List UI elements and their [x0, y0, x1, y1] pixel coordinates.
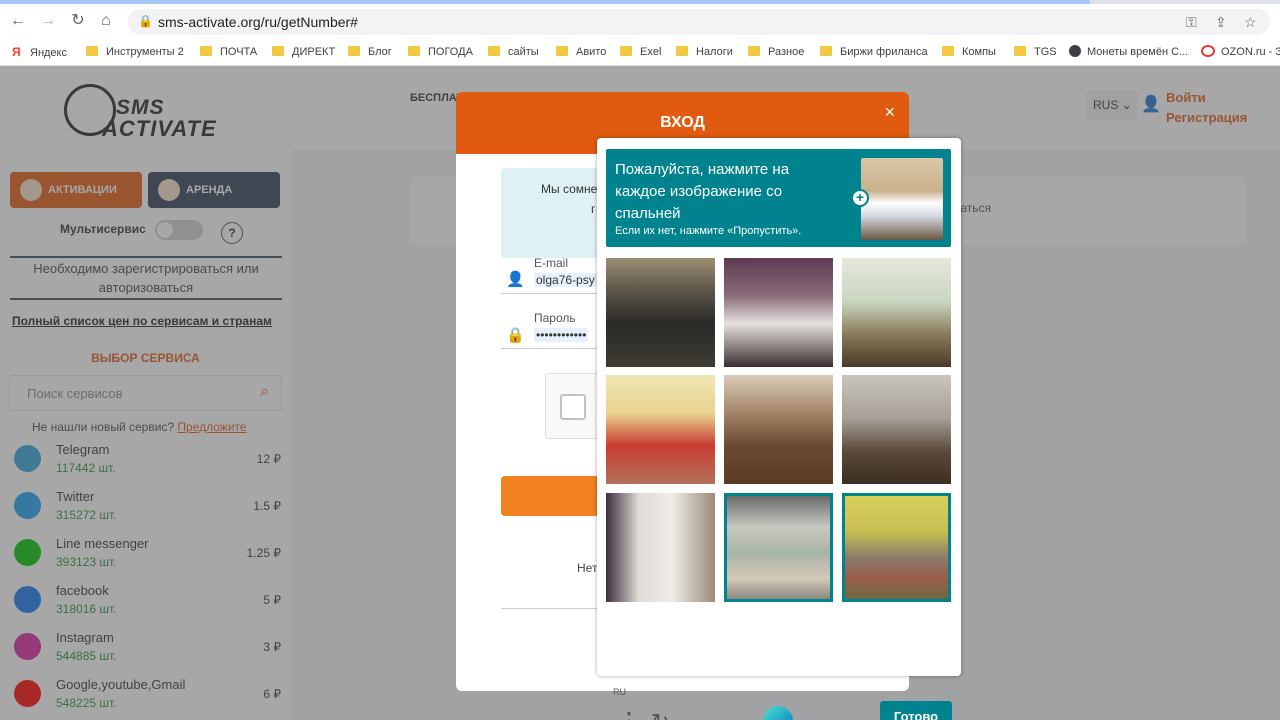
captcha-tile-4[interactable] — [606, 375, 715, 484]
bookmark-label: ПОЧТА — [220, 46, 258, 58]
no-account-text: Нет — [577, 561, 598, 575]
bookmark-label: Налоги — [696, 46, 733, 58]
folder-icon — [748, 46, 760, 56]
forward-icon[interactable]: → — [39, 12, 57, 30]
user-icon: 👤 — [506, 271, 525, 288]
bookmark-label: Авито — [576, 46, 607, 58]
modal-info-box: Мы сомне г — [501, 168, 611, 258]
field-underline — [501, 348, 611, 349]
captcha-tile-6[interactable] — [842, 375, 951, 484]
address-bar[interactable]: 🔒 sms-activate.org/ru/getNumber# ⚿ ⇪ ☆ — [128, 9, 1270, 35]
folder-icon — [1014, 46, 1026, 56]
bookmark-folder[interactable]: TGS — [1014, 43, 1057, 61]
lock-icon: 🔒 — [506, 327, 525, 344]
bookmark-folder[interactable]: Биржи фриланса — [820, 43, 928, 61]
yandex-icon: Я — [12, 45, 21, 59]
bookmark-folder[interactable]: Компы — [942, 43, 996, 61]
field-underline — [501, 293, 611, 294]
folder-icon — [488, 46, 500, 56]
challenge-prompt: Пожалуйста, нажмите на каждое изображени… — [606, 149, 951, 247]
bookmark-label: сайты — [508, 46, 539, 58]
bookmark-folder[interactable]: ДИРЕКТ — [272, 43, 335, 61]
hcaptcha-challenge: Пожалуйста, нажмите на каждое изображени… — [597, 138, 961, 720]
captcha-language[interactable]: RU — [613, 687, 626, 697]
plus-icon[interactable]: + — [851, 189, 869, 207]
email-label: E-mail — [534, 256, 569, 270]
bookmark-folder[interactable]: Разное — [748, 43, 804, 61]
bookmark-folder[interactable]: Налоги — [676, 43, 733, 61]
bookmark-label: Монеты времён С... — [1087, 46, 1189, 58]
browser-toolbar: ← → ↻ ⌂ 🔒 sms-activate.org/ru/getNumber#… — [0, 4, 1280, 38]
home-icon[interactable]: ⌂ — [97, 12, 115, 30]
ozon-icon — [1201, 45, 1215, 57]
page: SMS ACTIVATE АКТИВАЦИИ АРЕНДА Мультисерв… — [0, 66, 1280, 720]
bookmark-label: ПОГОДА — [428, 46, 473, 58]
folder-icon — [200, 46, 212, 56]
folder-icon — [272, 46, 284, 56]
close-icon[interactable]: × — [884, 102, 895, 123]
lock-icon[interactable]: 🔒 — [138, 14, 153, 28]
bookmark-folder[interactable]: Exel — [620, 43, 661, 61]
more-options-icon[interactable]: ⋮ — [618, 710, 640, 720]
bookmark-label: Биржи фриланса — [840, 46, 928, 58]
divider — [501, 608, 611, 609]
sample-image — [861, 158, 943, 240]
bookmark-folder[interactable]: сайты — [488, 43, 539, 61]
folder-icon — [348, 46, 360, 56]
bookmark-folder[interactable]: Авито — [556, 43, 606, 61]
prompt-subtext: Если их нет, нажмите «Пропустить». — [615, 225, 802, 237]
folder-icon — [620, 46, 632, 56]
email-field[interactable]: olga76-psy — [534, 273, 597, 287]
captcha-widget — [545, 373, 605, 439]
captcha-tile-7[interactable] — [606, 493, 715, 602]
bookmark-folder[interactable]: Блог — [348, 43, 392, 61]
info-text: Мы сомне — [541, 182, 598, 196]
refresh-icon[interactable]: ↻ — [651, 709, 669, 720]
captcha-tile-8[interactable] — [724, 493, 833, 602]
bookmarks-bar: Я Яндекс Инструменты 2 ПОЧТА ДИРЕКТ Блог … — [0, 38, 1280, 66]
captcha-tile-1[interactable] — [606, 258, 715, 367]
password-field[interactable]: •••••••••••• — [534, 328, 589, 342]
bookmark-coins[interactable]: Монеты времён С... — [1069, 43, 1188, 61]
bookmark-label: ДИРЕКТ — [292, 46, 336, 58]
bookmark-ozon[interactable]: OZON.ru - З — [1201, 43, 1280, 61]
folder-icon — [86, 46, 98, 56]
folder-icon — [676, 46, 688, 56]
folder-icon — [942, 46, 954, 56]
back-icon[interactable]: ← — [9, 12, 27, 30]
bookmark-label: Разное — [768, 46, 805, 58]
star-icon[interactable]: ☆ — [1244, 14, 1257, 31]
reload-icon[interactable]: ↻ — [69, 12, 87, 30]
login-submit-button[interactable] — [501, 476, 611, 516]
bookmark-label: Яндекс — [30, 47, 67, 59]
bookmark-folder[interactable]: ПОГОДА — [408, 43, 473, 61]
captcha-tile-3[interactable] — [842, 258, 951, 367]
bookmark-label: Инструменты 2 — [106, 46, 184, 58]
bookmark-label: OZON.ru - З — [1221, 46, 1280, 58]
folder-icon — [820, 46, 832, 56]
captcha-tile-9[interactable] — [842, 493, 951, 602]
bookmark-label: Компы — [962, 46, 996, 58]
bookmark-folder[interactable]: Инструменты 2 — [86, 43, 184, 61]
captcha-checkbox[interactable] — [560, 394, 586, 420]
folder-icon — [556, 46, 568, 56]
url-text[interactable]: sms-activate.org/ru/getNumber# — [158, 14, 358, 30]
bookmark-label: Блог — [368, 46, 392, 58]
captcha-tile-5[interactable] — [724, 375, 833, 484]
captcha-tile-2[interactable] — [724, 258, 833, 367]
share-icon[interactable]: ⇪ — [1215, 14, 1227, 31]
prompt-text: Пожалуйста, нажмите на каждое изображени… — [615, 161, 790, 222]
globe-icon — [1069, 45, 1081, 57]
bookmark-label: Exel — [640, 46, 662, 58]
done-button[interactable]: Готово — [880, 701, 952, 720]
bookmark-label: TGS — [1034, 46, 1057, 58]
bookmark-yandex[interactable]: Я Яндекс — [12, 43, 67, 61]
key-icon[interactable]: ⚿ — [1186, 14, 1197, 31]
folder-icon — [408, 46, 420, 56]
password-label: Пароль — [534, 311, 576, 325]
bookmark-folder[interactable]: ПОЧТА — [200, 43, 257, 61]
info-text: г — [591, 202, 596, 216]
